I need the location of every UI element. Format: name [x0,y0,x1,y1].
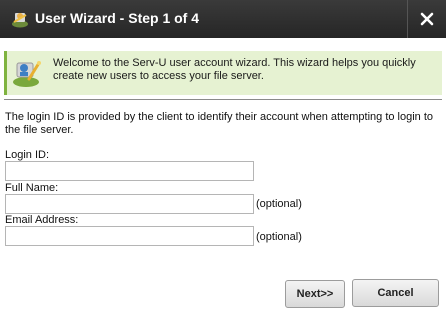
full-name-optional-label: (optional) [256,198,302,210]
next-button[interactable]: Next>> [285,280,345,308]
banner-text: Welcome to the Serv-U user account wizar… [53,57,416,82]
welcome-banner: Welcome to the Serv-U user account wizar… [4,51,442,95]
full-name-input[interactable] [5,194,254,214]
title-bar: User Wizard - Step 1 of 4 [0,0,446,38]
email-optional-label: (optional) [256,231,302,243]
email-label: Email Address: [5,214,79,226]
email-input[interactable] [5,226,254,246]
intro-text: The login ID is provided by the client t… [5,111,434,136]
cancel-button[interactable]: Cancel [352,279,439,307]
user-wizard-icon [12,13,28,28]
user-wizard-icon [13,61,41,87]
login-id-input[interactable] [5,161,254,181]
divider [4,99,442,100]
close-icon [420,12,434,26]
login-id-label: Login ID: [5,149,50,161]
full-name-label: Full Name: [5,182,59,194]
window-title: User Wizard - Step 1 of 4 [35,10,200,26]
close-button[interactable] [407,0,446,38]
